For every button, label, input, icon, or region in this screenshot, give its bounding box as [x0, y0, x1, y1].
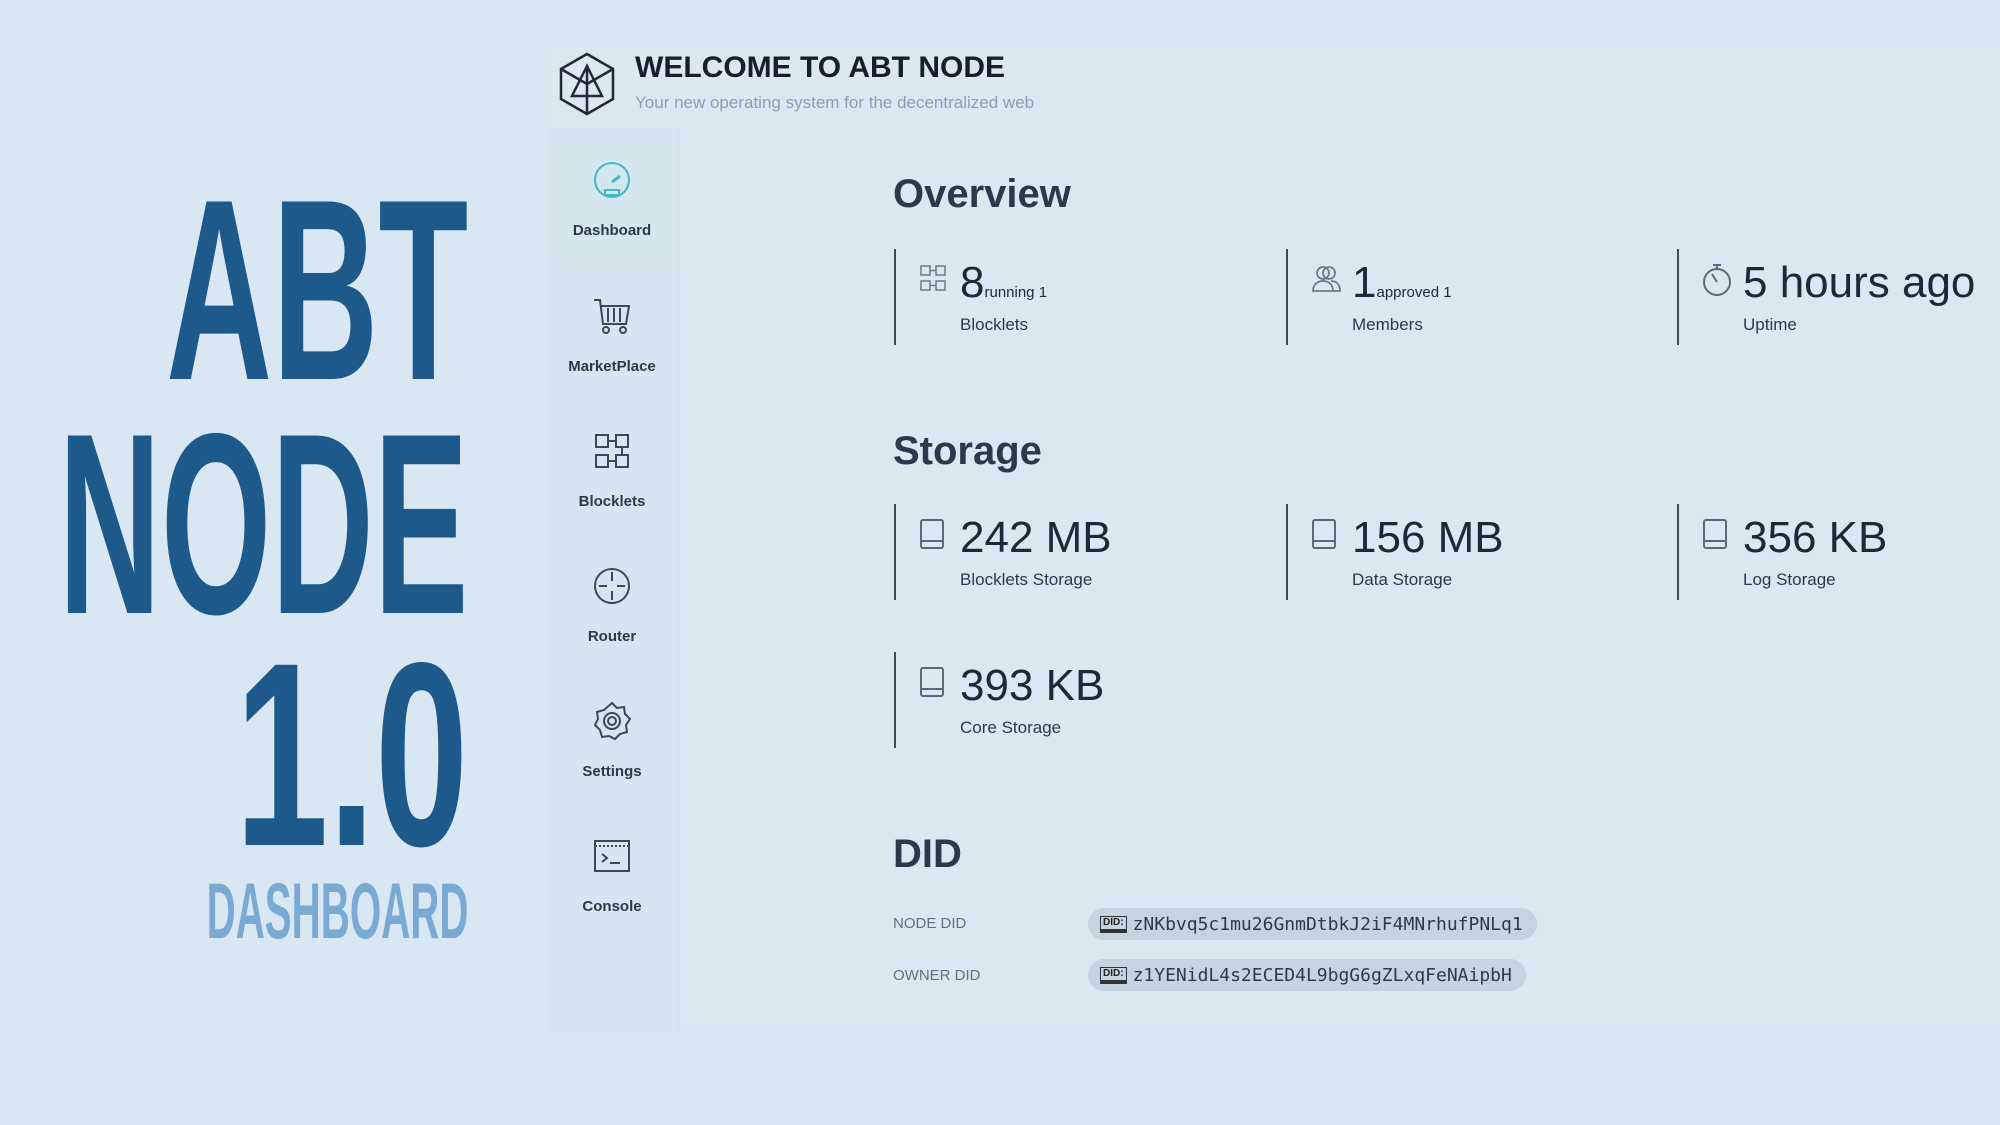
- stat-value: 1: [1352, 258, 1377, 307]
- node-did-text: zNKbvq5c1mu26GnmDtbkJ2iF4MNrhufPNLq1: [1132, 913, 1523, 935]
- owner-did-label: OWNER DID: [893, 967, 981, 984]
- blocks-icon: [595, 434, 629, 468]
- node-did-value[interactable]: DID: zNKbvq5c1mu26GnmDtbkJ2iF4MNrhufPNLq…: [1088, 908, 1537, 940]
- stat-label: Members: [1352, 315, 1423, 334]
- sidebar: Dashboard MarketPlace Blocklets Router S…: [548, 128, 680, 1031]
- sidebar-item-blocklets[interactable]: Blocklets: [548, 411, 676, 539]
- owner-did-value[interactable]: DID: z1YENidL4s2ECED4L9bgG6gZLxqFeNAipbH: [1088, 959, 1526, 991]
- storage-value: 393 KB: [960, 661, 1105, 710]
- storage-blocklets: 242 MB Blocklets Storage: [894, 504, 1274, 600]
- header-title: WELCOME TO ABT NODE: [635, 51, 1005, 84]
- owner-did-text: z1YENidL4s2ECED4L9bgG6gZLxqFeNAipbH: [1132, 964, 1512, 986]
- did-heading: DID: [893, 832, 962, 876]
- sidebar-item-label: Settings: [582, 763, 642, 780]
- stat-label: Uptime: [1743, 315, 1797, 334]
- blocks-icon: [920, 265, 946, 291]
- disk-icon: [920, 667, 944, 697]
- sidebar-item-label: Router: [587, 628, 637, 645]
- stat-sub: approved 1: [1376, 284, 1452, 301]
- header-subtitle: Your new operating system for the decent…: [635, 93, 1035, 112]
- did-icon: DID:: [1100, 915, 1127, 933]
- gear-icon: [593, 701, 632, 741]
- sidebar-item-label: Blocklets: [578, 493, 646, 510]
- sidebar-item-label: MarketPlace: [568, 358, 656, 375]
- disk-icon: [1703, 519, 1727, 549]
- stat-members[interactable]: 1approved 1 Members: [1286, 249, 1666, 345]
- abt-logo-icon: [559, 52, 615, 116]
- disk-icon: [920, 519, 944, 549]
- did-icon: DID:: [1100, 966, 1127, 984]
- sidebar-item-label: Console: [582, 898, 642, 915]
- terminal-icon: [594, 840, 630, 872]
- node-did-label: NODE DID: [893, 915, 967, 932]
- hero-subtitle: DASHBOARD: [206, 866, 468, 955]
- storage-label: Core Storage: [960, 718, 1062, 737]
- storage-label: Blocklets Storage: [960, 570, 1093, 589]
- stat-sub: running 1: [984, 284, 1048, 301]
- overview-heading: Overview: [893, 172, 1071, 216]
- storage-value: 156 MB: [1352, 513, 1504, 562]
- cart-icon: [594, 299, 631, 334]
- sidebar-item-console[interactable]: Console: [548, 816, 676, 944]
- stat-blocklets[interactable]: 8running 1 Blocklets: [894, 249, 1274, 345]
- disk-icon: [1312, 519, 1336, 549]
- sidebar-item-router[interactable]: Router: [548, 546, 676, 674]
- storage-value: 356 KB: [1743, 513, 1888, 562]
- members-icon: [1312, 266, 1341, 292]
- sidebar-item-settings[interactable]: Settings: [548, 681, 676, 809]
- stat-value: 5 hours ago: [1743, 258, 1976, 307]
- hero-line-version: 1.0: [234, 608, 468, 901]
- storage-label: Log Storage: [1743, 570, 1836, 589]
- storage-heading: Storage: [893, 429, 1042, 473]
- speedometer-icon: [594, 162, 630, 198]
- storage-label: Data Storage: [1352, 570, 1453, 589]
- stat-label: Blocklets: [960, 315, 1029, 334]
- storage-data: 156 MB Data Storage: [1286, 504, 1666, 600]
- router-icon: [594, 568, 630, 604]
- sidebar-item-label: Dashboard: [572, 222, 652, 239]
- storage-value: 242 MB: [960, 513, 1112, 562]
- sidebar-item-marketplace[interactable]: MarketPlace: [548, 276, 676, 404]
- stat-uptime[interactable]: 5 hours ago Uptime: [1677, 249, 2000, 345]
- stopwatch-icon: [1703, 264, 1731, 296]
- storage-core: 393 KB Core Storage: [894, 652, 1274, 748]
- storage-log: 356 KB Log Storage: [1677, 504, 2000, 600]
- sidebar-item-dashboard[interactable]: Dashboard: [548, 140, 676, 268]
- stat-value: 8: [960, 258, 985, 307]
